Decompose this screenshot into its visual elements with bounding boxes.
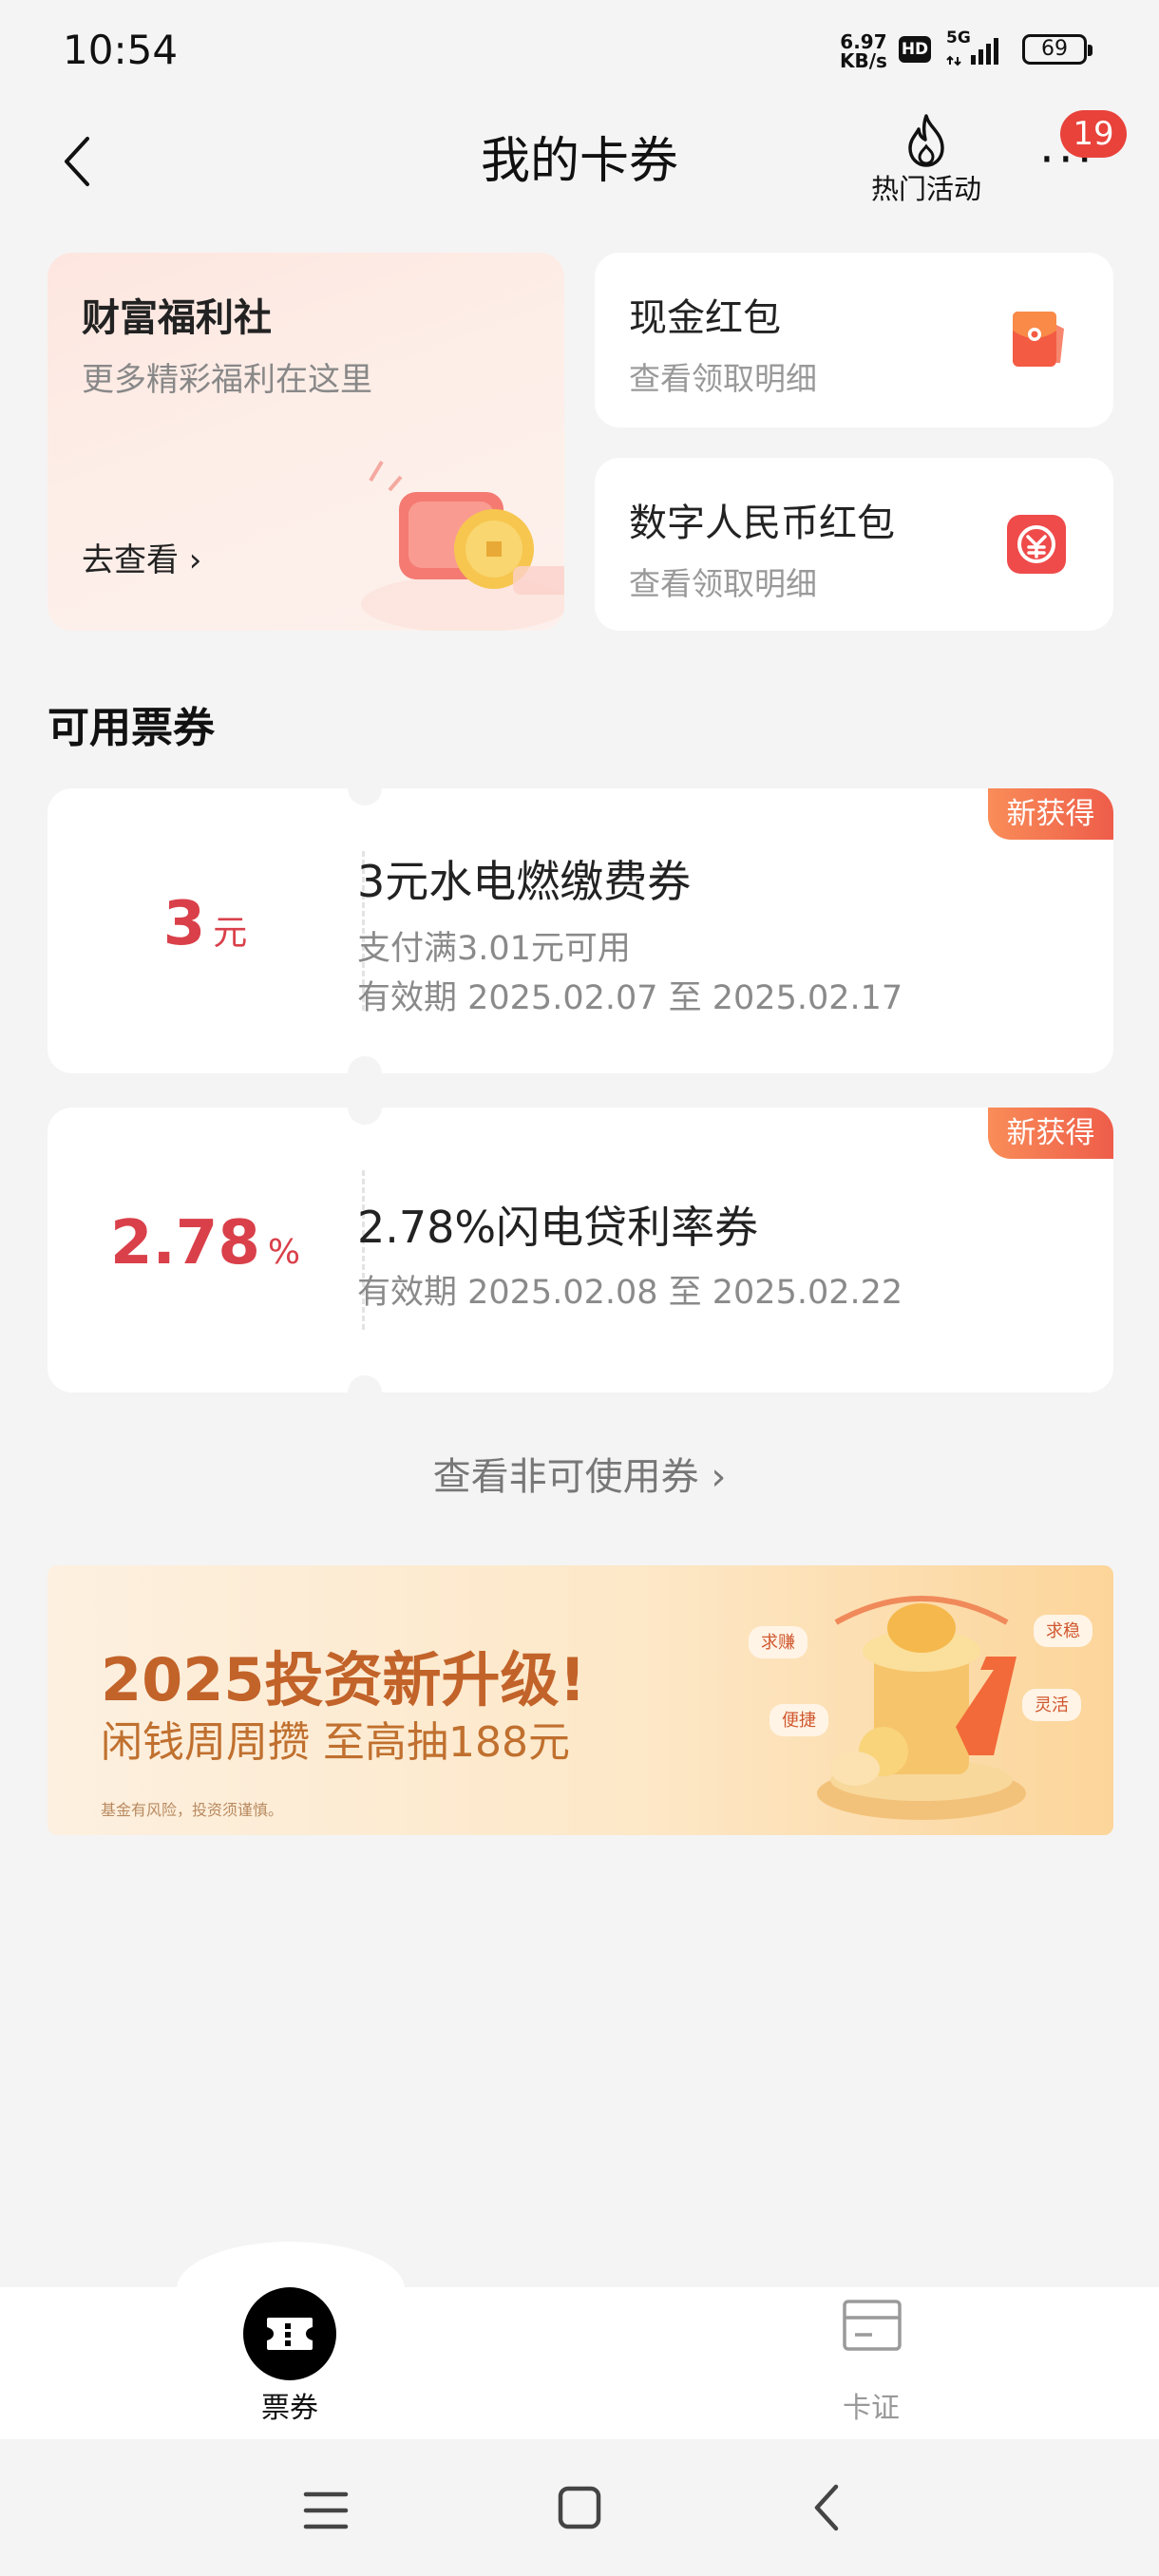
flame-icon [908,114,944,167]
bottom-nav [0,2287,1159,2439]
wealth-welfare-card[interactable]: 财富福利社 更多精彩福利在这里 去查看 › [48,253,564,631]
status-time: 10:54 [63,27,179,73]
welfare-go-link[interactable]: 去查看 › [82,534,201,580]
coupon-notch [348,1056,382,1073]
network-speed-value: 6.97 [840,30,887,53]
notification-badge: 19 [1060,110,1127,158]
banner-headline: 2025投资新升级! [101,1645,586,1714]
home-icon[interactable] [557,2485,602,2530]
banner-tag: 灵活 [1035,1695,1069,1715]
coupon-condition: 支付满3.01元可用 [357,930,631,968]
coupon-notch [348,788,382,805]
digital-rmb-red-packet-card[interactable]: 数字人民币红包 查看领取明细 [595,458,1113,631]
digital-card-subtitle: 查看领取明细 [629,565,817,602]
investment-trophy-illustration: 求赚 求稳 便捷 灵活 [749,1596,1092,1820]
coupon-validity: 有效期 2025.02.08 至 2025.02.22 [357,1274,903,1312]
view-unusable-coupons-link[interactable]: 查看非可使用券 › [0,1446,1159,1501]
cash-red-packet-card[interactable]: 现金红包 查看领取明细 [595,253,1113,427]
section-title-available-coupons: 可用票券 [48,704,215,752]
hot-activity-button[interactable]: 热门活动 [855,106,998,211]
network-speed-unit: KB/s [840,49,887,72]
back-icon[interactable] [808,2481,846,2534]
coupon-title: 2.78%闪电贷利率券 [357,1202,759,1253]
tab-cards[interactable]: 卡证 [771,2299,971,2432]
signal-icon: 5G [944,28,1011,68]
hd-icon: HD [899,36,931,63]
coupon-value-unit: % [267,1233,301,1272]
investment-promo-banner[interactable]: 2025投资新升级! 闲钱周周攒 至高抽188元 基金有风险，投资须谨慎。 求赚… [48,1565,1113,1835]
card-icon [843,2300,902,2351]
coupon-value: 3元 [48,889,363,959]
coupon-validity: 有效期 2025.02.07 至 2025.02.17 [357,979,903,1017]
coupon-value-number: 3 [162,889,206,959]
battery-icon: 69 [1022,34,1092,65]
banner-subline: 闲钱周周攒 至高抽188元 [101,1718,570,1767]
welfare-title: 财富福利社 [82,296,272,340]
tab-tickets-label: 票券 [261,2392,318,2425]
coupon-notch [348,1375,382,1392]
cash-card-title: 现金红包 [629,296,781,340]
welfare-subtitle: 更多精彩福利在这里 [82,361,372,399]
coupon-title: 3元水电燃缴费券 [357,856,692,907]
coupon-value-number: 2.78 [109,1208,260,1279]
tab-tickets[interactable]: 票券 [190,2278,390,2430]
new-badge: 新获得 [988,788,1113,840]
coupon-value: 2.78% [48,1208,363,1279]
status-bar: 10:54 6.97 KB/s HD 5G 69 [0,0,1159,104]
coupon-card[interactable]: 2.78% 2.78%闪电贷利率券 有效期 2025.02.08 至 2025.… [48,1108,1113,1392]
coupon-value-unit: 元 [213,914,248,953]
tab-cards-label: 卡证 [843,2392,900,2425]
banner-tag: 求稳 [1046,1621,1080,1641]
ticket-icon [243,2287,336,2380]
banner-tag: 求赚 [761,1633,795,1653]
coupon-card[interactable]: 3元 3元水电燃缴费券 支付满3.01元可用 有效期 2025.02.07 至 … [48,788,1113,1073]
new-badge: 新获得 [988,1108,1113,1159]
digital-card-title: 数字人民币红包 [629,502,895,545]
red-packet-icon [1013,312,1064,367]
coupon-notch [348,1108,382,1125]
hot-activity-label: 热门活动 [870,173,981,205]
digital-rmb-icon [1007,515,1066,574]
network-speed: 6.97 KB/s [840,32,887,70]
menu-icon[interactable] [302,2489,350,2532]
gift-coin-illustration [361,460,564,631]
cash-card-subtitle: 查看领取明细 [629,360,817,397]
banner-disclaimer: 基金有风险，投资须谨慎。 [101,1801,284,1819]
banner-tag: 便捷 [782,1711,816,1731]
